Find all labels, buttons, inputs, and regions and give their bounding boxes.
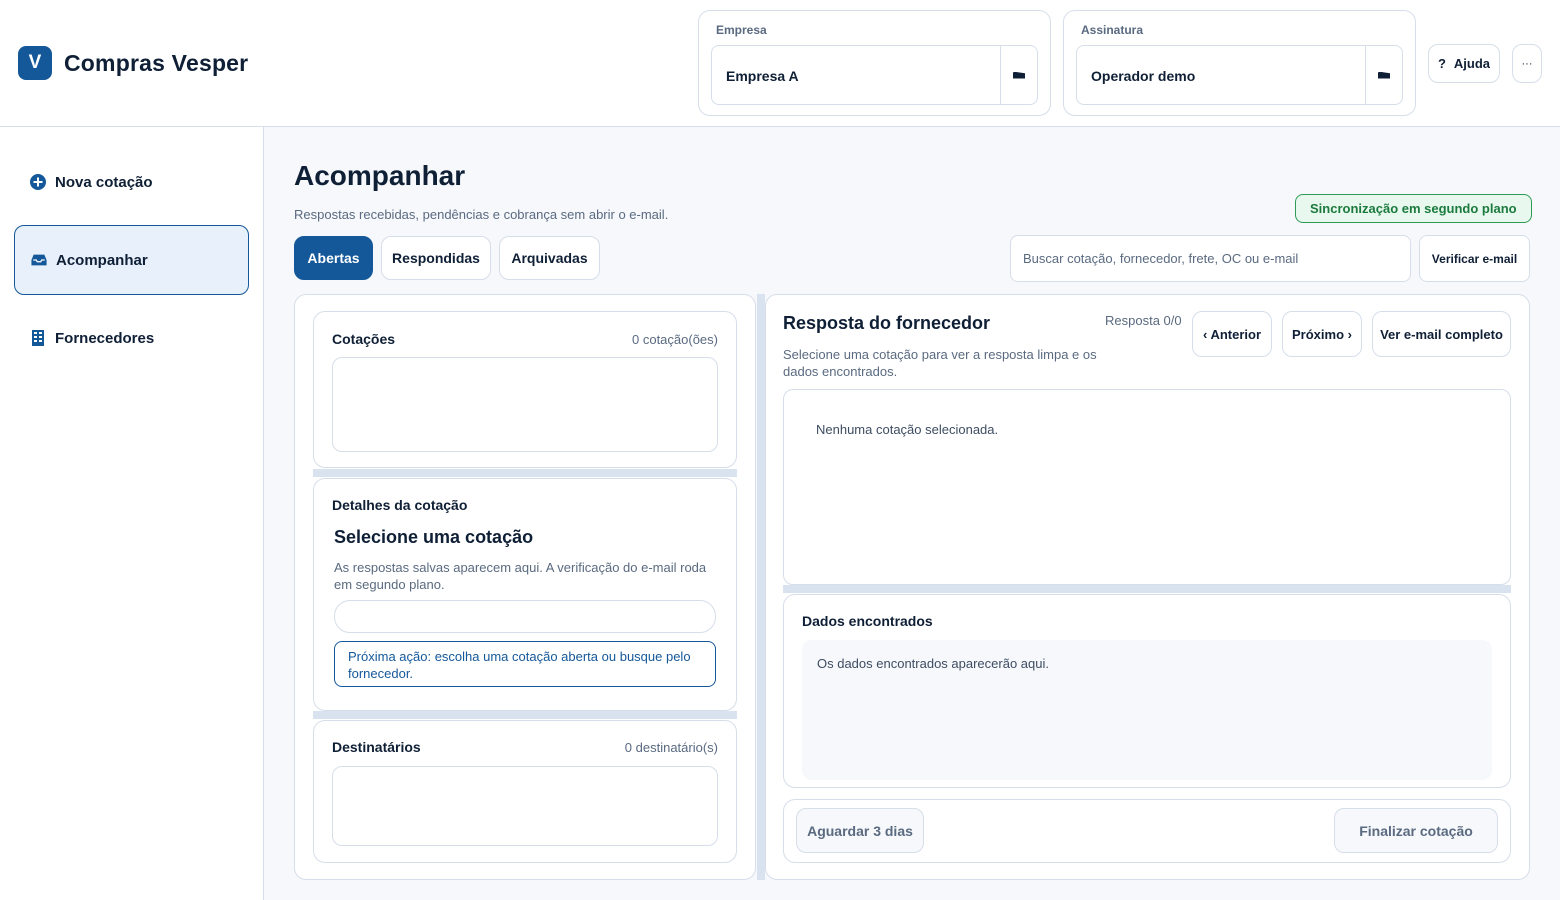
recipients-list[interactable]	[332, 766, 718, 846]
subscription-dropdown-button[interactable]	[1365, 46, 1402, 104]
company-value: Empresa A	[726, 68, 799, 84]
view-full-email-button[interactable]: Ver e-mail completo	[1372, 311, 1511, 357]
sidebar: Nova cotação Acompanhar Fornecedores	[0, 127, 264, 900]
response-empty-text: Nenhuma cotação selecionada.	[816, 422, 999, 437]
plus-circle-icon	[30, 174, 46, 190]
found-data-card: Dados encontrados Os dados encontrados a…	[783, 594, 1511, 788]
more-button[interactable]: ···	[1512, 44, 1542, 83]
help-icon: ?	[1437, 56, 1446, 71]
sidebar-item-label: Nova cotação	[55, 173, 153, 191]
search-input[interactable]	[1010, 235, 1411, 282]
quotes-count: 0 cotação(ões)	[632, 332, 718, 347]
building-icon	[30, 330, 46, 346]
subscription-select[interactable]: Operador demo	[1076, 45, 1403, 105]
found-data-area: Os dados encontrados aparecerão aqui.	[802, 640, 1492, 780]
flag-icon	[1378, 71, 1390, 79]
quotes-title: Cotações	[332, 331, 396, 347]
quotes-card: Cotações 0 cotação(ões)	[313, 311, 737, 468]
sidebar-item-label: Fornecedores	[55, 329, 155, 347]
quote-details-text: As respostas salvas aparecem aqui. A ver…	[334, 560, 707, 592]
resize-handle[interactable]	[313, 711, 737, 719]
tab-arquivadas[interactable]: Arquivadas	[499, 236, 600, 280]
company-dropdown-button[interactable]	[1000, 46, 1037, 104]
resize-handle[interactable]	[783, 585, 1511, 593]
brand[interactable]: V Compras Vesper	[18, 46, 248, 80]
sidebar-item-acompanhar[interactable]: Acompanhar	[14, 225, 249, 295]
found-data-empty-text: Os dados encontrados aparecerão aqui.	[817, 656, 1049, 671]
top-bar: V Compras Vesper Empresa Empresa A Assin…	[0, 0, 1560, 127]
company-picker: Empresa Empresa A	[698, 10, 1051, 116]
found-data-title: Dados encontrados	[802, 613, 933, 629]
quotes-list[interactable]	[332, 357, 718, 452]
subscription-picker: Assinatura Operador demo	[1063, 10, 1416, 116]
quote-details-field[interactable]	[334, 600, 716, 633]
supplier-response-title: Resposta do fornecedor	[783, 313, 991, 333]
quote-details-heading: Selecione uma cotação	[334, 527, 534, 547]
sidebar-item-nova-cotacao[interactable]: Nova cotação	[14, 147, 249, 217]
page-subtitle: Respostas recebidas, pendências e cobran…	[294, 207, 669, 222]
quote-details-card: Detalhes da cotação Selecione uma cotaçã…	[313, 478, 737, 711]
sync-status-badge: Sincronização em segundo plano	[1295, 194, 1532, 223]
app-logo: V	[18, 46, 52, 80]
recipients-card: Destinatários 0 destinatário(s)	[313, 720, 737, 863]
finalize-quote-button[interactable]: Finalizar cotação	[1334, 808, 1498, 853]
subscription-value: Operador demo	[1091, 68, 1196, 84]
previous-button[interactable]: ‹ Anterior	[1192, 311, 1272, 357]
panel-resize-handle[interactable]	[757, 294, 765, 880]
recipients-title: Destinatários	[332, 739, 421, 755]
verify-email-button[interactable]: Verificar e-mail	[1419, 235, 1530, 282]
inbox-icon	[31, 252, 47, 268]
resize-handle[interactable]	[313, 469, 737, 477]
subscription-label: Assinatura	[1081, 23, 1144, 37]
help-button[interactable]: ? Ajuda	[1428, 44, 1500, 83]
company-select[interactable]: Empresa A	[711, 45, 1038, 105]
wait-3-days-button[interactable]: Aguardar 3 dias	[796, 808, 924, 853]
recipients-count: 0 destinatário(s)	[624, 740, 718, 755]
page-title: Acompanhar	[294, 160, 466, 191]
sidebar-item-fornecedores[interactable]: Fornecedores	[14, 303, 249, 373]
quote-details-title: Detalhes da cotação	[332, 497, 468, 513]
next-action-hint: Próxima ação: escolha uma cotação aberta…	[334, 641, 716, 687]
response-counter: Resposta 0/0	[1105, 313, 1182, 328]
tab-abertas[interactable]: Abertas	[294, 236, 373, 280]
flag-icon	[1013, 71, 1025, 79]
tab-respondidas[interactable]: Respondidas	[381, 236, 491, 280]
next-button[interactable]: Próximo ›	[1282, 311, 1362, 357]
help-label: Ajuda	[1453, 56, 1491, 71]
sidebar-item-label: Acompanhar	[56, 251, 148, 269]
company-label: Empresa	[716, 23, 767, 37]
app-name: Compras Vesper	[64, 49, 249, 76]
response-viewer: Nenhuma cotação selecionada.	[783, 389, 1511, 585]
supplier-response-subtitle: Selecione uma cotação para ver a respost…	[783, 347, 1097, 379]
